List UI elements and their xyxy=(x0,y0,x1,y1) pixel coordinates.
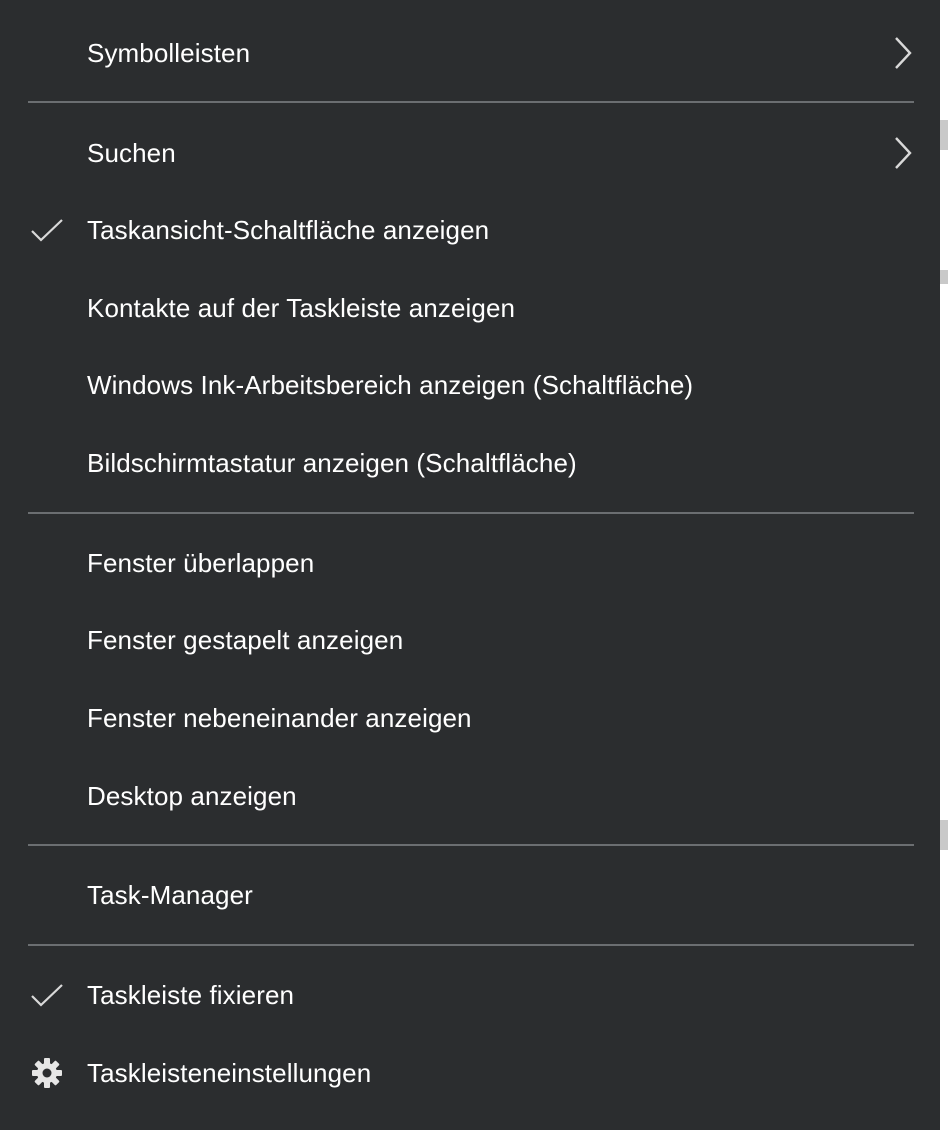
menu-separator xyxy=(28,844,914,846)
menu-item-fenster-nebeneinander[interactable]: Fenster nebeneinander anzeigen xyxy=(0,679,940,757)
menu-separator xyxy=(28,101,914,103)
menu-item-taskleiste-fixieren[interactable]: Taskleiste fixieren xyxy=(0,956,940,1034)
menu-item-windows-ink[interactable]: Windows Ink-Arbeitsbereich anzeigen (Sch… xyxy=(0,346,940,424)
menu-item-label: Taskleisteneinstellungen xyxy=(87,1057,372,1088)
menu-separator xyxy=(28,512,914,514)
menu-item-fenster-gestapelt[interactable]: Fenster gestapelt anzeigen xyxy=(0,601,940,679)
background-edge-fragment xyxy=(940,270,948,284)
menu-item-label: Windows Ink-Arbeitsbereich anzeigen (Sch… xyxy=(87,369,694,400)
menu-item-label: Fenster überlappen xyxy=(87,547,315,578)
menu-item-task-manager[interactable]: Task-Manager xyxy=(0,856,940,934)
menu-item-label: Bildschirmtastatur anzeigen (Schaltfläch… xyxy=(87,447,577,478)
menu-item-taskansicht-schaltflaeche[interactable]: Taskansicht-Schaltfläche anzeigen xyxy=(0,191,940,269)
background-edge-fragment xyxy=(940,120,948,150)
menu-item-fenster-ueberlappen[interactable]: Fenster überlappen xyxy=(0,524,940,602)
menu-item-label: Symbolleisten xyxy=(87,37,251,68)
menu-item-label: Task-Manager xyxy=(87,879,253,910)
menu-item-label: Fenster nebeneinander anzeigen xyxy=(87,702,472,733)
menu-item-kontakte[interactable]: Kontakte auf der Taskleiste anzeigen xyxy=(0,269,940,347)
menu-item-label: Suchen xyxy=(87,137,176,168)
menu-item-label: Taskleiste fixieren xyxy=(87,979,295,1010)
menu-item-suchen[interactable]: Suchen xyxy=(0,114,940,192)
menu-item-label: Taskansicht-Schaltfläche anzeigen xyxy=(87,214,490,245)
menu-item-label: Kontakte auf der Taskleiste anzeigen xyxy=(87,292,516,323)
menu-item-symbolleisten[interactable]: Symbolleisten xyxy=(0,14,940,92)
gear-icon xyxy=(28,1054,66,1092)
checkmark-icon xyxy=(28,976,66,1014)
menu-item-label: Desktop anzeigen xyxy=(87,780,297,811)
chevron-right-icon xyxy=(892,36,914,70)
menu-item-taskleisteneinstellungen[interactable]: Taskleisteneinstellungen xyxy=(0,1034,940,1112)
menu-item-bildschirmtastatur[interactable]: Bildschirmtastatur anzeigen (Schaltfläch… xyxy=(0,424,940,502)
menu-item-desktop-anzeigen[interactable]: Desktop anzeigen xyxy=(0,757,940,835)
chevron-right-icon xyxy=(892,136,914,170)
taskbar-context-menu: Symbolleisten Suchen Taskansicht-Schaltf… xyxy=(0,0,940,1130)
checkmark-icon xyxy=(28,211,66,249)
menu-separator xyxy=(28,944,914,946)
background-edge-fragment xyxy=(940,820,948,850)
menu-item-label: Fenster gestapelt anzeigen xyxy=(87,624,404,655)
